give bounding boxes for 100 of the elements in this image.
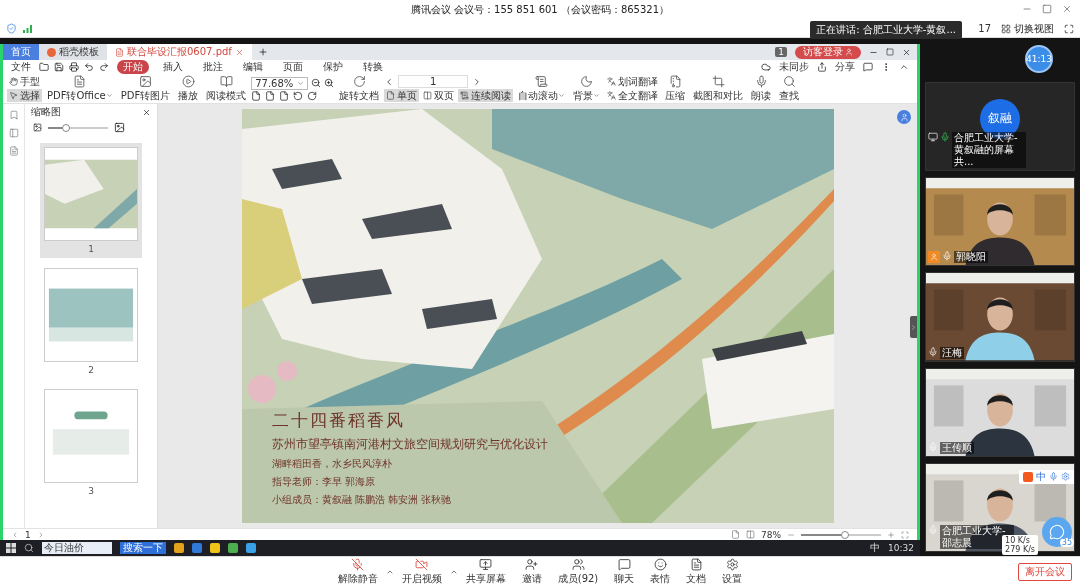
zoom-in-icon xyxy=(324,78,335,88)
scroll-icon xyxy=(460,91,470,100)
upload-speed: 10 K/s xyxy=(1005,536,1031,545)
search-button[interactable]: 搜索一下 xyxy=(120,542,166,554)
leave-meeting-button[interactable]: 离开会议 xyxy=(1018,563,1072,581)
document-icon xyxy=(73,74,87,88)
ribbon-tab[interactable]: 插入 xyxy=(157,60,189,74)
view-button[interactable]: 单页 xyxy=(384,89,420,102)
translate-icon xyxy=(607,77,617,86)
double-page-icon xyxy=(423,91,433,100)
poster-text: 湖畔稻田香，水乡民风淳朴 xyxy=(271,457,393,471)
ribbon-tab[interactable]: 保护 xyxy=(317,60,349,74)
microphone-icon xyxy=(928,525,938,535)
rotate-icon xyxy=(352,74,366,88)
meeting-control[interactable]: 文档 xyxy=(678,557,715,586)
cloud-icon xyxy=(761,62,771,72)
tool-button[interactable]: 手型 xyxy=(7,75,42,88)
input-method[interactable]: 中 xyxy=(870,541,881,555)
windows-logo-icon[interactable] xyxy=(6,543,16,553)
panel-icon xyxy=(8,128,19,138)
poster-text: 指导老师：李早 郭海原 xyxy=(271,475,376,489)
microphone-icon xyxy=(754,74,768,88)
size-slider-thumb[interactable] xyxy=(62,123,70,132)
rotate-left-icon xyxy=(293,90,304,101)
document-tab[interactable]: 联合毕设汇报0607.pdf xyxy=(107,44,252,60)
document-icon xyxy=(689,557,703,571)
previous-icon xyxy=(11,530,19,539)
participant-tile[interactable]: 郭晓阳 xyxy=(925,177,1075,267)
ribbon-tab[interactable]: 转换 xyxy=(357,60,389,74)
participant-tile[interactable]: 汪梅 xyxy=(925,272,1075,362)
view-button[interactable]: 连续阅读 xyxy=(458,89,514,102)
shield-icon xyxy=(6,23,17,34)
print-icon xyxy=(69,62,79,72)
tool-button[interactable]: 背景 xyxy=(570,74,604,103)
meeting-control[interactable]: 聊天 xyxy=(606,557,643,586)
unread-count: 35 xyxy=(1059,538,1074,547)
meeting-control[interactable]: 解除静音 xyxy=(329,557,386,586)
meeting-control[interactable]: 开启视频 xyxy=(393,557,450,586)
page-thumbnail[interactable]: 1 xyxy=(40,143,142,258)
add-person-icon xyxy=(525,557,539,571)
meeting-control[interactable]: 设置 xyxy=(714,557,751,586)
signal-icon xyxy=(23,24,32,33)
grid-icon xyxy=(1001,23,1011,34)
meeting-control[interactable]: 邀请 xyxy=(513,557,550,586)
tool-button[interactable]: 划词翻译 xyxy=(605,75,661,88)
fullscreen-icon xyxy=(1064,23,1074,34)
page-number[interactable]: 1 xyxy=(25,529,31,540)
tool-button[interactable]: 全文翻译 xyxy=(605,89,661,102)
tool-button[interactable]: PDF转Office xyxy=(44,74,116,103)
page-field[interactable]: 1 xyxy=(398,75,469,88)
moon-icon xyxy=(580,74,594,88)
tool-button[interactable]: PDF转图片 xyxy=(117,74,174,103)
clock-time: 10:32 xyxy=(888,543,914,553)
page-icon xyxy=(251,90,262,101)
tool-button[interactable]: 截图和对比 xyxy=(690,74,747,103)
book-icon xyxy=(219,74,233,88)
zoom-slider-thumb[interactable] xyxy=(841,530,849,539)
meeting-timer: 41:13 xyxy=(1025,45,1053,73)
archive-icon xyxy=(668,74,682,88)
view-button[interactable]: 双页 xyxy=(421,89,457,102)
meeting-control[interactable]: 成员(92) xyxy=(549,557,607,586)
tool-button[interactable]: 阅读模式 xyxy=(203,74,250,103)
caret-icon xyxy=(297,79,305,87)
image-icon xyxy=(138,74,152,88)
caret-icon xyxy=(593,92,601,99)
tool-button[interactable]: 旋转文档 xyxy=(336,74,383,103)
tool-button[interactable]: 压缩 xyxy=(662,74,689,103)
document-tab[interactable]: 首页 xyxy=(3,44,39,60)
tool-button[interactable]: 查找 xyxy=(776,74,803,103)
chat-icon xyxy=(1049,524,1065,540)
pointer-icon xyxy=(9,91,18,100)
login-button[interactable]: 访客登录 xyxy=(795,45,861,59)
microphone-icon xyxy=(928,346,938,357)
meeting-control[interactable]: 共享屏幕 xyxy=(457,557,514,586)
file-menu[interactable]: 文件 xyxy=(11,60,31,74)
panel-title: 缩略图 xyxy=(31,105,61,119)
zoom-field[interactable]: 77.68% xyxy=(251,76,309,90)
tool-button[interactable]: 选择 xyxy=(7,89,42,102)
ribbon-tab[interactable]: 开始 xyxy=(117,60,149,74)
participant-tile[interactable]: 叙融 合肥工业大学-黄叙融的屏幕共... xyxy=(925,82,1075,172)
comment-icon xyxy=(863,62,873,72)
user-avatar-icon[interactable] xyxy=(897,110,911,124)
hand-icon xyxy=(9,77,18,86)
fullscreen-icon xyxy=(901,530,909,539)
caret-icon xyxy=(558,92,566,99)
collapse-handle[interactable] xyxy=(910,316,917,338)
tool-button[interactable]: 朗读 xyxy=(748,74,775,103)
ribbon-tab[interactable]: 页面 xyxy=(277,60,309,74)
rotate-right-icon xyxy=(307,90,318,101)
share-link[interactable]: 分享 xyxy=(835,60,855,74)
tool-button[interactable]: 播放 xyxy=(175,74,202,103)
sync-status[interactable]: 未同步 xyxy=(779,60,809,74)
tool-button[interactable]: 自动滚动 xyxy=(515,74,569,103)
meeting-control[interactable]: 表情 xyxy=(642,557,679,586)
ribbon-tab[interactable]: 编辑 xyxy=(237,60,269,74)
participant-tile[interactable]: 王传顺 xyxy=(925,367,1075,457)
ribbon-tab[interactable]: 批注 xyxy=(197,60,229,74)
search-field[interactable]: 今日油价 xyxy=(42,542,112,554)
document-tab[interactable]: 稻壳模板 xyxy=(39,44,107,60)
switch-view-button[interactable]: 切换视图 xyxy=(1001,21,1054,36)
